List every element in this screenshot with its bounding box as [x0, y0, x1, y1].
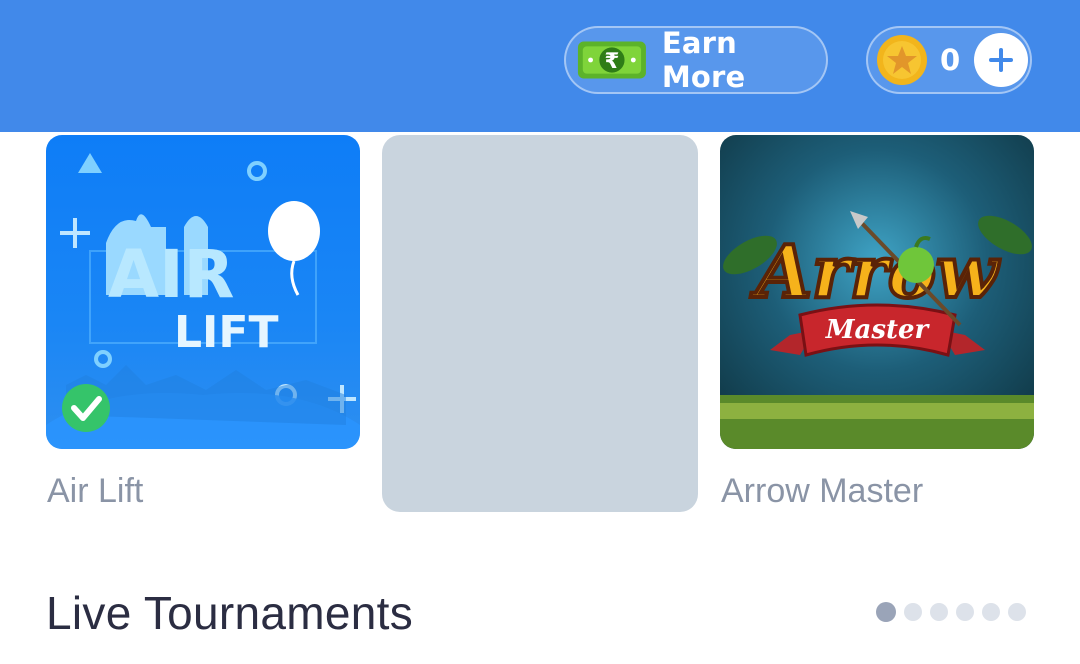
game-card-arrow-master[interactable]: Master Arrow	[720, 135, 1034, 449]
top-bar: ₹ Earn More 0	[0, 0, 1080, 132]
svg-text:₹: ₹	[605, 49, 620, 74]
coin-count: 0	[940, 43, 961, 77]
air-lift-title-lift: LIFT	[174, 307, 278, 358]
earn-more-button[interactable]: ₹ Earn More	[564, 26, 828, 94]
plus-icon	[989, 48, 1013, 72]
air-lift-title-air: AIR	[108, 236, 234, 313]
carousel-dot[interactable]	[982, 603, 1000, 621]
carousel-indicator	[876, 602, 1026, 622]
game-label-air-lift: Air Lift	[47, 472, 144, 510]
add-coins-button[interactable]	[974, 33, 1028, 87]
section-title-live-tournaments: Live Tournaments	[46, 587, 414, 639]
installed-check-badge	[62, 384, 110, 432]
air-lift-artwork: AIR LIFT	[46, 153, 360, 449]
carousel-dot[interactable]	[956, 603, 974, 621]
arrow-master-artwork: Master Arrow	[720, 211, 1034, 449]
game-card-placeholder[interactable]	[382, 135, 698, 512]
game-label-arrow-master: Arrow Master	[721, 472, 924, 510]
arrow-master-subtitle: Master	[825, 315, 931, 345]
star-coin-icon	[877, 35, 927, 85]
game-card-air-lift[interactable]: AIR LIFT	[46, 135, 360, 449]
earn-more-label: Earn More	[661, 26, 746, 94]
carousel-dot[interactable]	[876, 602, 896, 622]
carousel-dot[interactable]	[904, 603, 922, 621]
coin-balance: 0	[866, 26, 1032, 94]
rupee-note-icon: ₹	[577, 41, 646, 79]
carousel-dot[interactable]	[1008, 603, 1026, 621]
carousel-dot[interactable]	[930, 603, 948, 621]
arrow-master-title: Arrow	[750, 229, 1001, 314]
